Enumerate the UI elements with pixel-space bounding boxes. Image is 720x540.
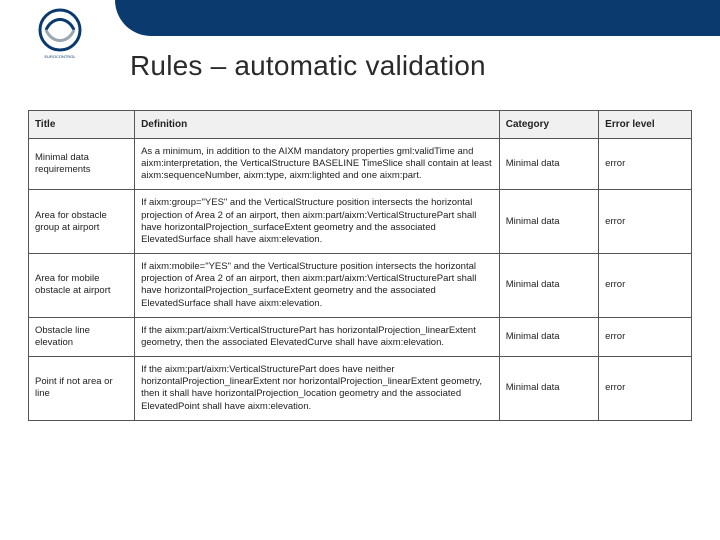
page-title: Rules – automatic validation (130, 50, 486, 82)
cell-category: Minimal data (499, 254, 598, 318)
rules-table-wrap: Title Definition Category Error level Mi… (28, 110, 692, 421)
table-row: Area for obstacle group at airport If ai… (29, 190, 692, 254)
table-row: Minimal data requirements As a minimum, … (29, 139, 692, 190)
cell-error: error (599, 357, 692, 421)
table-row: Point if not area or line If the aixm:pa… (29, 357, 692, 421)
cell-title: Minimal data requirements (29, 139, 135, 190)
col-header-error: Error level (599, 111, 692, 139)
col-header-definition: Definition (135, 111, 500, 139)
cell-definition: If the aixm:part/aixm:VerticalStructureP… (135, 317, 500, 356)
slide: EUROCONTROL Rules – automatic validation… (0, 0, 720, 540)
cell-error: error (599, 139, 692, 190)
cell-definition: If the aixm:part/aixm:VerticalStructureP… (135, 357, 500, 421)
cell-title: Point if not area or line (29, 357, 135, 421)
col-header-title: Title (29, 111, 135, 139)
rules-table: Title Definition Category Error level Mi… (28, 110, 692, 421)
table-row: Area for mobile obstacle at airport If a… (29, 254, 692, 318)
cell-title: Area for mobile obstacle at airport (29, 254, 135, 318)
cell-definition: As a minimum, in addition to the AIXM ma… (135, 139, 500, 190)
eurocontrol-logo-icon (38, 8, 82, 52)
cell-definition: If aixm:mobile="YES" and the VerticalStr… (135, 254, 500, 318)
col-header-category: Category (499, 111, 598, 139)
brand-logo: EUROCONTROL (32, 8, 88, 59)
cell-category: Minimal data (499, 317, 598, 356)
cell-error: error (599, 317, 692, 356)
table-header-row: Title Definition Category Error level (29, 111, 692, 139)
cell-category: Minimal data (499, 357, 598, 421)
cell-category: Minimal data (499, 139, 598, 190)
cell-category: Minimal data (499, 190, 598, 254)
cell-error: error (599, 190, 692, 254)
cell-title: Obstacle line elevation (29, 317, 135, 356)
cell-definition: If aixm:group="YES" and the VerticalStru… (135, 190, 500, 254)
brand-name: EUROCONTROL (32, 54, 88, 59)
cell-error: error (599, 254, 692, 318)
table-row: Obstacle line elevation If the aixm:part… (29, 317, 692, 356)
cell-title: Area for obstacle group at airport (29, 190, 135, 254)
